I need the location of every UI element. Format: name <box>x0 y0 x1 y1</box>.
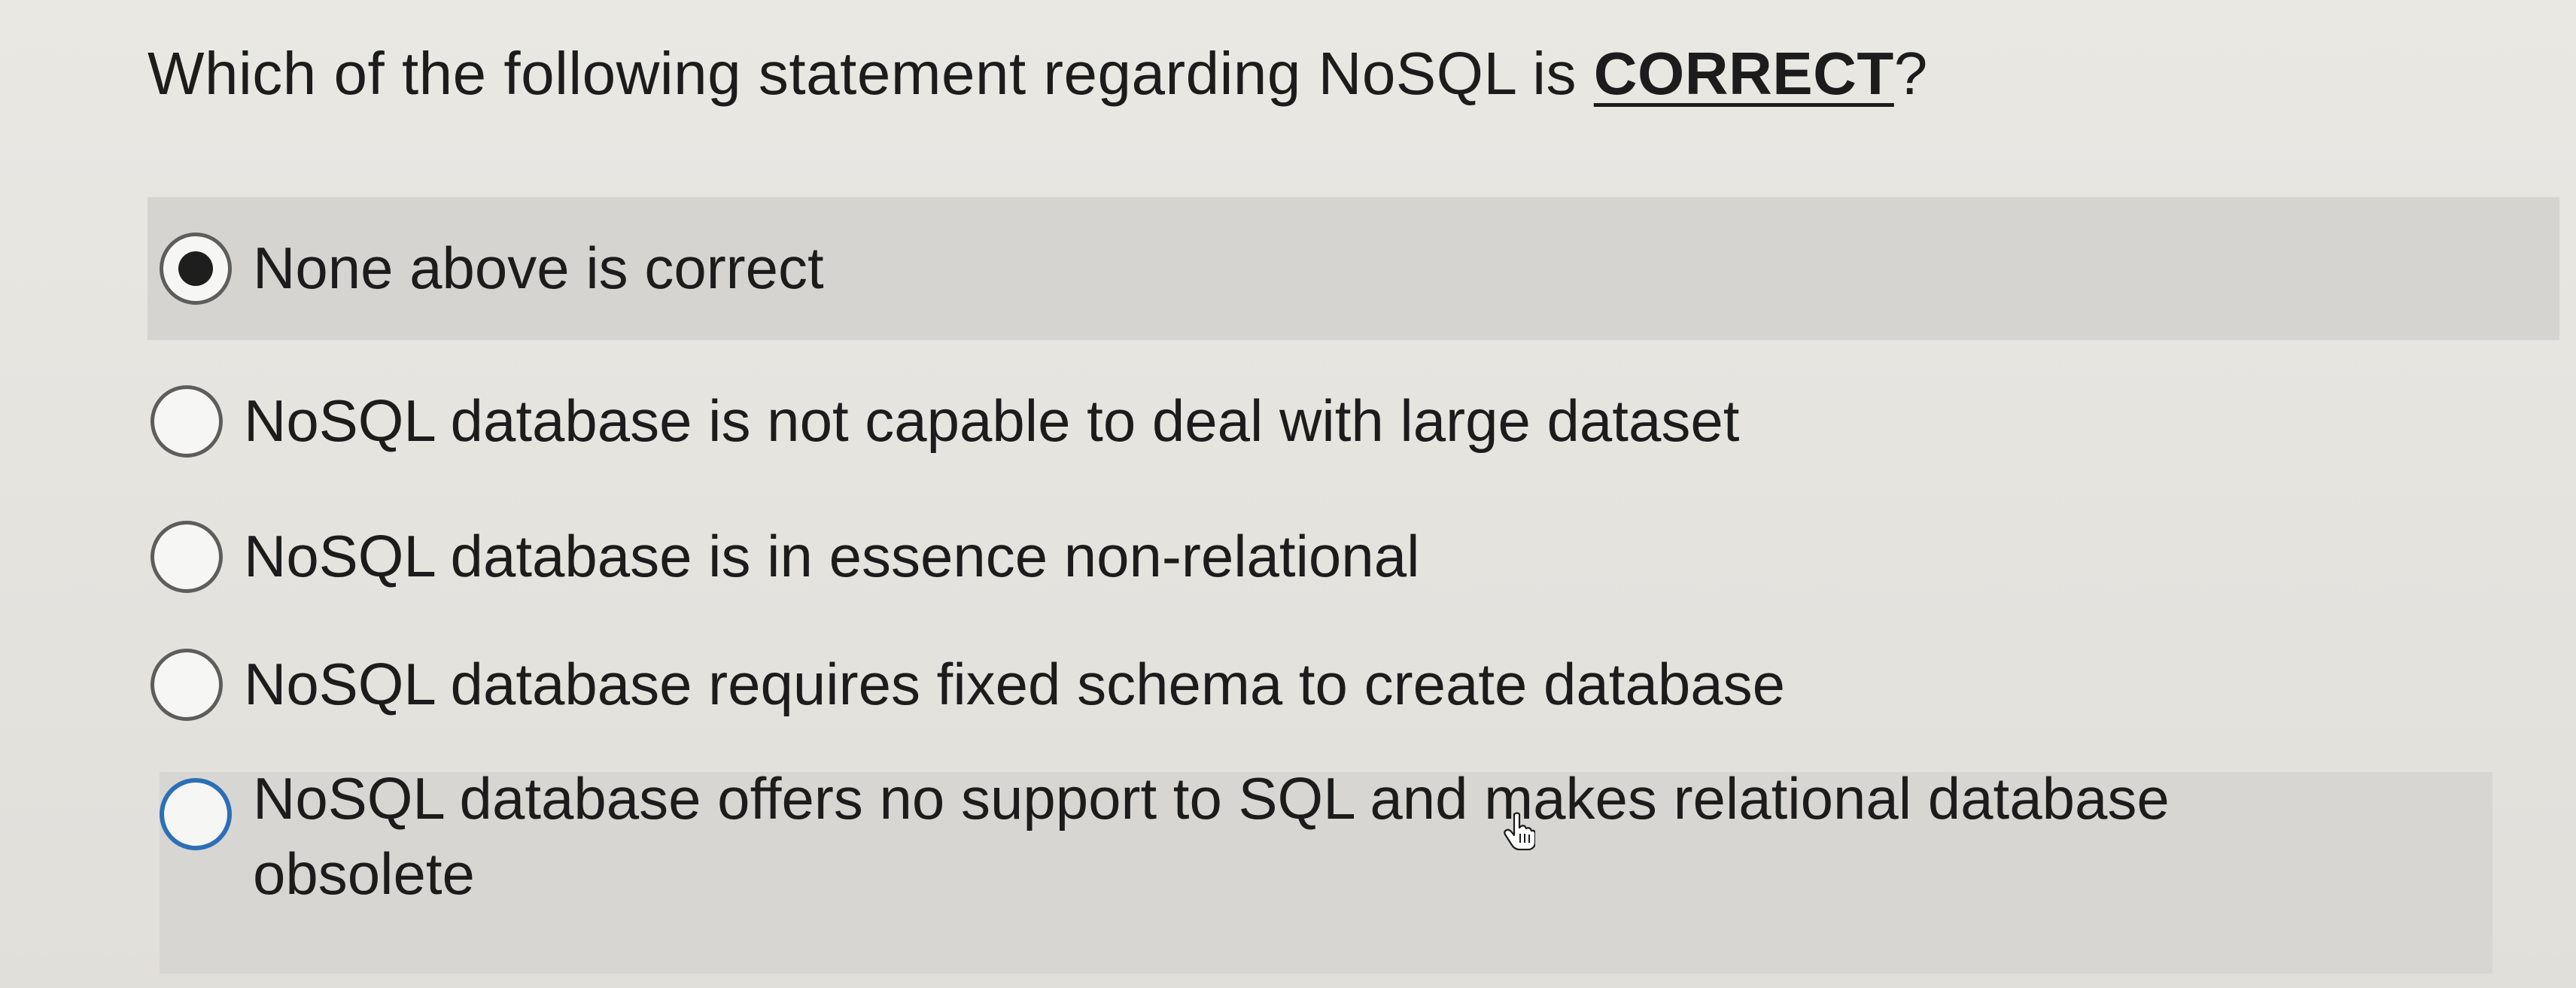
answer-option-label: NoSQL database offers no support to SQL … <box>253 765 2170 907</box>
answer-option-5[interactable]: NoSQL database offers no support to SQL … <box>160 765 2492 974</box>
answer-option-2[interactable]: NoSQL database is not capable to deal wi… <box>151 361 1739 482</box>
answer-option-4[interactable]: NoSQL database requires fixed schema to … <box>151 625 1785 745</box>
radio-button[interactable] <box>151 521 223 593</box>
radio-button-checked[interactable] <box>160 233 232 305</box>
answer-option-label: None above is correct <box>253 235 824 302</box>
question-emphasis: CORRECT <box>1593 40 1894 107</box>
quiz-page: Which of the following statement regardi… <box>0 0 2576 988</box>
radio-button[interactable] <box>151 649 223 721</box>
radio-button[interactable] <box>151 385 223 458</box>
question-suffix: ? <box>1893 40 1928 107</box>
answer-option-label: NoSQL database is in essence non-relatio… <box>244 523 1420 590</box>
question-text: Which of the following statement regardi… <box>148 38 1928 110</box>
answer-option-label: NoSQL database is not capable to deal wi… <box>244 388 1740 454</box>
radio-button-focused[interactable] <box>160 778 232 850</box>
answer-option-1[interactable]: None above is correct <box>148 197 2559 340</box>
question-prefix: Which of the following statement regardi… <box>148 40 1594 107</box>
answer-option-3[interactable]: NoSQL database is in essence non-relatio… <box>151 497 1419 617</box>
answer-option-label: NoSQL database requires fixed schema to … <box>244 651 1785 718</box>
